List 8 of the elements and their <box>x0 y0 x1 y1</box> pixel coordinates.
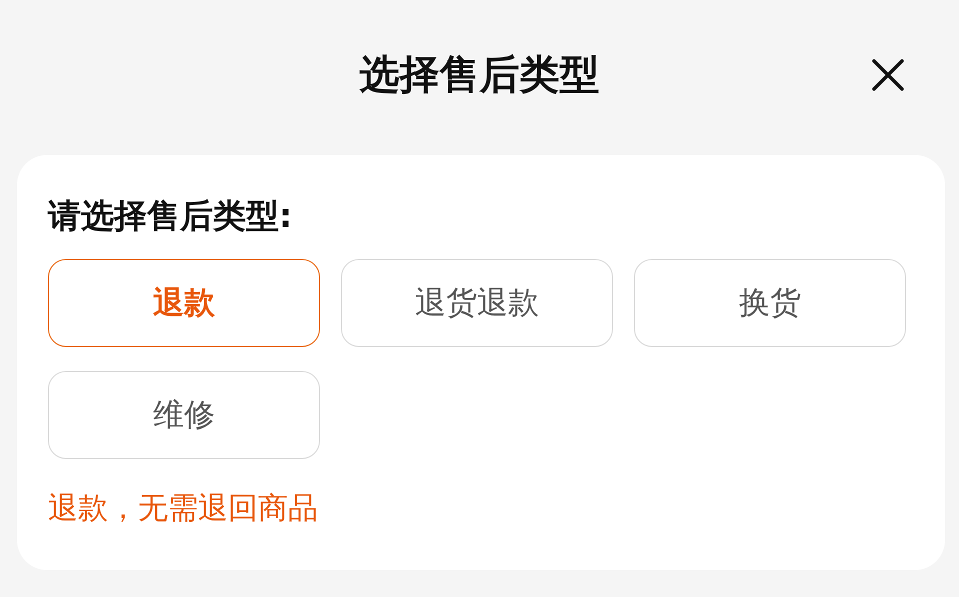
close-icon[interactable] <box>871 58 905 92</box>
section-heading: 请选择售后类型: <box>48 195 294 237</box>
option-button[interactable]: 换货 <box>634 259 906 347</box>
dialog-title: 选择售后类型 <box>360 51 600 100</box>
option-button[interactable]: 维修 <box>48 371 320 459</box>
option-button[interactable]: 退货退款 <box>341 259 613 347</box>
option-button[interactable]: 退款 <box>48 259 320 347</box>
hint-text: 退款，无需退回商品 <box>48 490 319 528</box>
